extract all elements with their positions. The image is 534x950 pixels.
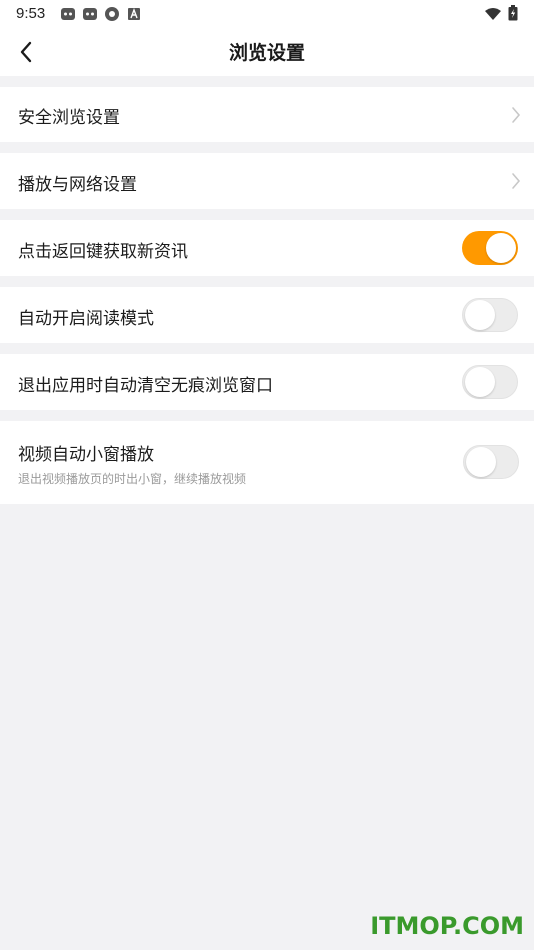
clear-incognito-toggle[interactable]	[462, 365, 518, 399]
auto-mini-window-toggle[interactable]	[463, 445, 519, 479]
auto-mini-window-row: 视频自动小窗播放 退出视频播放页的时出小窗，继续播放视频	[0, 421, 534, 504]
toggle-knob	[465, 367, 495, 397]
back-key-news-toggle[interactable]	[462, 231, 518, 265]
toggle-knob	[466, 447, 496, 477]
back-key-news-row: 点击返回键获取新资讯	[0, 220, 534, 276]
playback-network-settings-row[interactable]: 播放与网络设置	[0, 153, 534, 209]
site-watermark: ITMOP.COM	[370, 912, 524, 940]
chevron-right-icon	[512, 107, 521, 123]
auto-reading-mode-toggle[interactable]	[462, 298, 518, 332]
auto-reading-mode-label: 自动开启阅读模式	[18, 309, 154, 329]
status-time: 9:53	[16, 5, 46, 22]
auto-mini-window-description: 退出视频播放页的时出小窗，继续播放视频	[18, 472, 247, 486]
page-title: 浏览设置	[228, 42, 305, 64]
status-bar: 9:53	[0, 0, 534, 28]
cat-app-icon	[60, 6, 76, 22]
wifi-icon	[484, 6, 502, 25]
battery-charging-icon	[508, 5, 518, 25]
safe-browsing-settings-row[interactable]: 安全浏览设置	[0, 87, 534, 142]
back-key-news-label: 点击返回键获取新资讯	[18, 242, 188, 262]
auto-mini-window-label: 视频自动小窗播放	[18, 445, 154, 465]
auto-reading-mode-row: 自动开启阅读模式	[0, 287, 534, 343]
clear-incognito-row: 退出应用时自动清空无痕浏览窗口	[0, 354, 534, 410]
cat-app-icon	[82, 6, 98, 22]
chevron-right-icon	[512, 173, 521, 189]
toggle-knob	[465, 300, 495, 330]
nav-bar: 浏览设置	[0, 28, 534, 76]
notification-icons	[60, 6, 142, 22]
aperture-icon	[104, 6, 120, 22]
playback-network-label: 播放与网络设置	[18, 175, 137, 195]
clear-incognito-label: 退出应用时自动清空无痕浏览窗口	[18, 376, 273, 396]
system-icons	[484, 5, 518, 25]
toggle-knob	[486, 233, 516, 263]
a-box-icon	[126, 6, 142, 22]
safe-browsing-label: 安全浏览设置	[18, 108, 120, 128]
